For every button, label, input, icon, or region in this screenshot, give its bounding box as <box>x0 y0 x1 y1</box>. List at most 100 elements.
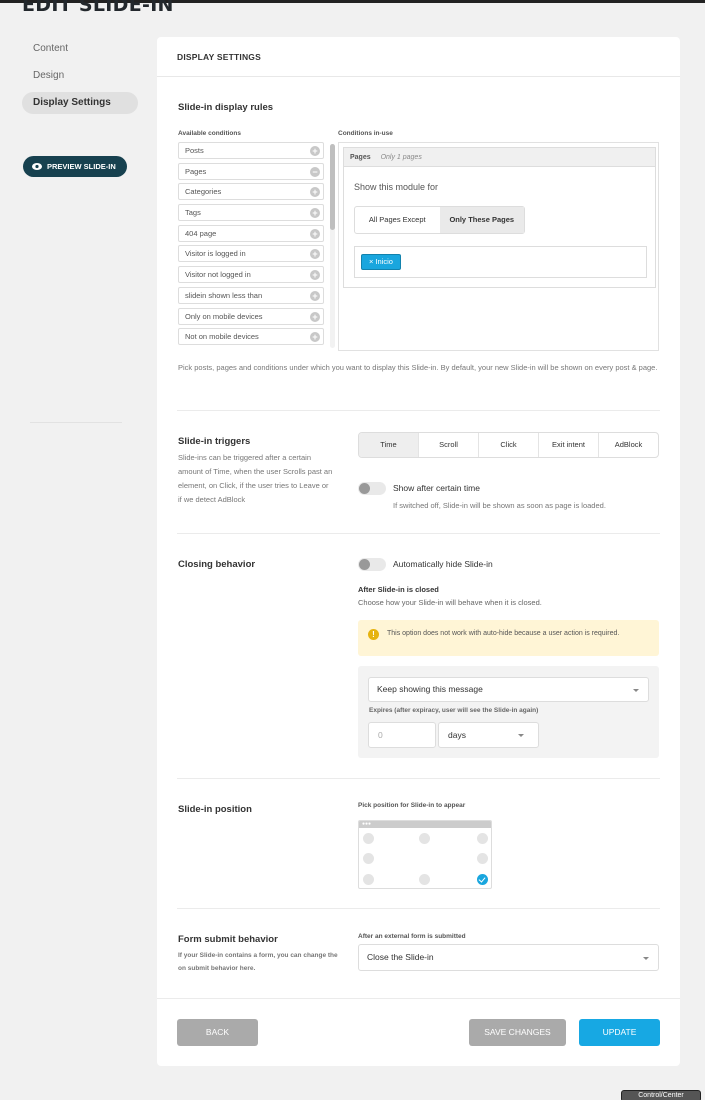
corner-label: Control/Center <box>621 1090 701 1100</box>
condition-item[interactable]: 404 page + <box>178 224 324 242</box>
add-icon[interactable]: + <box>310 208 320 219</box>
option-all-pages-except[interactable]: All Pages Except <box>355 207 440 233</box>
auto-hide-toggle[interactable] <box>358 558 386 571</box>
add-icon[interactable]: + <box>310 249 320 260</box>
tab-time[interactable]: Time <box>359 433 419 457</box>
position-middle-right[interactable] <box>477 853 488 864</box>
tab-exit-intent[interactable]: Exit intent <box>539 433 599 457</box>
closing-title: Closing behavior <box>178 559 256 570</box>
rules-title: Slide-in display rules <box>178 102 274 113</box>
divider <box>177 533 660 534</box>
tab-click[interactable]: Click <box>479 433 539 457</box>
add-icon[interactable]: + <box>310 290 320 301</box>
condition-item[interactable]: Tags + <box>178 204 324 222</box>
add-icon[interactable]: + <box>310 187 320 198</box>
position-bottom-right[interactable] <box>477 874 488 885</box>
position-top-center[interactable] <box>419 833 430 844</box>
condition-item[interactable]: Categories + <box>178 183 324 201</box>
preview-label: PREVIEW SLIDE-IN <box>47 162 116 171</box>
add-icon[interactable]: + <box>310 228 320 239</box>
update-button[interactable]: UPDATE <box>579 1019 660 1046</box>
conditions-in-use-label: Conditions in-use <box>338 130 393 137</box>
condition-item[interactable]: Posts + <box>178 142 324 159</box>
conditions-in-use-box: Pages Only 1 pages Show this module for … <box>338 142 659 351</box>
back-button[interactable]: BACK <box>177 1019 258 1046</box>
after-close-options: Keep showing this message Expires (after… <box>358 666 659 758</box>
position-picker-bar: ●●● <box>359 821 491 828</box>
triggers-description: Slide-ins can be triggered after a certa… <box>178 453 333 504</box>
pages-condition-panel: Pages Only 1 pages Show this module for … <box>343 147 656 288</box>
auto-hide-notice: ! This option does not work with auto-hi… <box>358 620 659 656</box>
window-dots-icon: ●●● <box>362 821 372 827</box>
pages-mode-toggle: All Pages Except Only These Pages <box>354 206 525 234</box>
footer-divider <box>157 998 680 999</box>
expires-label: Expires (after expiracy, user will see t… <box>369 707 539 714</box>
warning-icon: ! <box>368 629 379 640</box>
sidebar-item-design[interactable]: Design <box>22 65 138 87</box>
form-submit-label: After an external form is submitted <box>358 933 466 940</box>
settings-card: DISPLAY SETTINGS Slide-in display rules … <box>157 37 680 1066</box>
position-middle-left[interactable] <box>363 853 374 864</box>
position-title: Slide-in position <box>178 804 252 815</box>
position-bottom-center[interactable] <box>419 874 430 885</box>
after-closed-description: Choose how your Slide-in will behave whe… <box>358 598 542 607</box>
expires-unit-select[interactable]: days <box>438 722 539 748</box>
condition-item[interactable]: Only on mobile devices + <box>178 307 324 325</box>
after-closed-title: After Slide-in is closed <box>358 585 439 594</box>
page-tag[interactable]: × Inicio <box>361 254 401 270</box>
rules-help-text: Pick posts, pages and conditions under w… <box>178 363 658 372</box>
chevron-down-icon <box>633 688 639 692</box>
position-top-left[interactable] <box>363 833 374 844</box>
chevron-down-icon <box>643 956 649 960</box>
card-title: DISPLAY SETTINGS <box>177 52 261 62</box>
condition-item[interactable]: Not on mobile devices + <box>178 328 324 346</box>
page-title: EDIT SLIDE-IN <box>22 0 174 16</box>
pages-tag-input[interactable]: × Inicio <box>354 246 647 278</box>
condition-item[interactable]: Visitor not logged in + <box>178 266 324 284</box>
position-picker: ●●● <box>358 820 492 889</box>
position-top-right[interactable] <box>477 833 488 844</box>
divider <box>177 908 660 909</box>
divider <box>177 410 660 411</box>
sidebar-nav: Content Design Display Settings <box>22 38 138 119</box>
preview-slide-in-button[interactable]: PREVIEW SLIDE-IN <box>23 156 127 177</box>
pages-panel-subtitle: Only 1 pages <box>380 154 422 161</box>
auto-hide-label: Automatically hide Slide-in <box>393 559 493 569</box>
expires-number-input[interactable]: 0 <box>368 722 436 748</box>
position-bottom-left[interactable] <box>363 874 374 885</box>
form-submit-title: Form submit behavior <box>178 934 278 945</box>
show-after-time-help: If switched off, Slide-in will be shown … <box>393 501 606 510</box>
save-changes-button[interactable]: SAVE CHANGES <box>469 1019 566 1046</box>
show-for-label: Show this module for <box>354 182 439 192</box>
divider <box>177 778 660 779</box>
notice-text: This option does not work with auto-hide… <box>387 630 620 637</box>
remove-icon[interactable]: − <box>310 166 320 177</box>
tab-scroll[interactable]: Scroll <box>419 433 479 457</box>
show-after-time-label: Show after certain time <box>393 483 480 493</box>
available-conditions-label: Available conditions <box>178 130 241 137</box>
add-icon[interactable]: + <box>310 146 320 156</box>
sidebar-divider <box>30 422 122 423</box>
sidebar-item-content[interactable]: Content <box>22 38 138 60</box>
form-submit-select[interactable]: Close the Slide-in <box>358 944 659 971</box>
add-icon[interactable]: + <box>310 270 320 281</box>
pages-panel-header[interactable]: Pages Only 1 pages <box>344 148 655 167</box>
condition-item[interactable]: Pages − <box>178 162 324 180</box>
add-icon[interactable]: + <box>310 311 320 322</box>
condition-item[interactable]: Visitor is logged in + <box>178 245 324 263</box>
condition-item[interactable]: slidein shown less than + <box>178 286 324 304</box>
form-submit-description: If your Slide-in contains a form, you ca… <box>178 952 338 972</box>
add-icon[interactable]: + <box>310 332 320 343</box>
option-only-these-pages[interactable]: Only These Pages <box>439 207 524 233</box>
trigger-tabs: Time Scroll Click Exit intent AdBlock <box>358 432 659 458</box>
card-header: DISPLAY SETTINGS <box>157 37 680 77</box>
chevron-down-icon <box>518 734 524 737</box>
close-behavior-select[interactable]: Keep showing this message <box>368 677 649 702</box>
available-conditions-list: Posts + Pages − Categories + Tags + 404 page… <box>178 142 338 351</box>
triggers-title: Slide-in triggers <box>178 436 251 447</box>
conditions-scrollbar[interactable] <box>330 144 335 230</box>
pages-panel-title: Pages <box>350 154 371 161</box>
tab-adblock[interactable]: AdBlock <box>599 433 658 457</box>
sidebar-item-display-settings[interactable]: Display Settings <box>22 92 138 114</box>
show-after-time-toggle[interactable] <box>358 482 386 495</box>
